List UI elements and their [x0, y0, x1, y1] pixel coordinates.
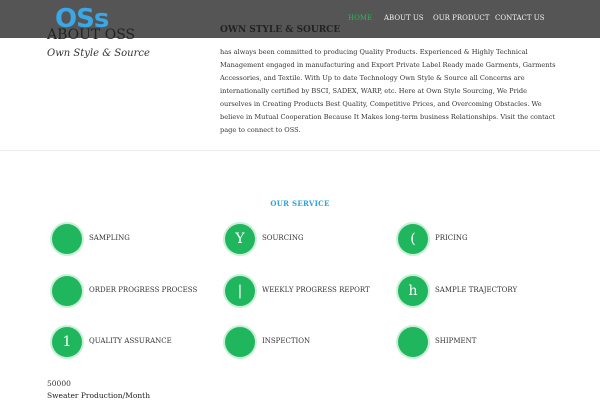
- sampling-icon: [52, 224, 82, 254]
- weekly-report-icon: |: [225, 276, 255, 306]
- service-weekly-report[interactable]: | WEEKLY PROGRESS REPORT: [225, 276, 395, 306]
- service-label: INSPECTION: [262, 337, 311, 345]
- service-pricing[interactable]: ( PRICING: [398, 224, 568, 254]
- sourcing-icon: Y: [225, 224, 255, 254]
- service-label: SHIPMENT: [435, 337, 477, 345]
- service-inspection[interactable]: INSPECTION: [225, 327, 395, 357]
- service-shipment[interactable]: SHIPMENT: [398, 327, 568, 357]
- service-sample-trajectory[interactable]: h SAMPLE TRAJECTORY: [398, 276, 568, 306]
- about-title: ABOUT OSS: [47, 27, 136, 43]
- nav-about-us[interactable]: ABOUT US: [384, 14, 424, 22]
- service-label: WEEKLY PROGRESS REPORT: [262, 286, 370, 294]
- service-label: SOURCING: [262, 234, 304, 242]
- inspection-icon: [225, 327, 255, 357]
- service-label: PRICING: [435, 234, 468, 242]
- service-label: QUALITY ASSURANCE: [89, 337, 172, 345]
- section-divider: [0, 150, 600, 151]
- service-order-progress[interactable]: ORDER PROGRESS PROCESS: [52, 276, 222, 306]
- service-quality-assurance[interactable]: 1 QUALITY ASSURANCE: [52, 327, 222, 357]
- nav-our-product[interactable]: OUR PRODUCT: [433, 14, 489, 22]
- service-label: SAMPLE TRAJECTORY: [435, 286, 518, 294]
- nav-home[interactable]: HOME: [348, 14, 372, 22]
- stat-value: 50000: [47, 379, 71, 388]
- service-sampling[interactable]: SAMPLING: [52, 224, 222, 254]
- sample-trajectory-icon: h: [398, 276, 428, 306]
- nav-contact-us[interactable]: CONTACT US: [495, 14, 545, 22]
- service-sourcing[interactable]: Y SOURCING: [225, 224, 395, 254]
- service-heading: OUR SERVICE: [270, 199, 330, 208]
- order-progress-icon: [52, 276, 82, 306]
- pricing-icon: (: [398, 224, 428, 254]
- service-label: SAMPLING: [89, 234, 130, 242]
- service-label: ORDER PROGRESS PROCESS: [89, 286, 198, 294]
- company-heading: OWN STYLE & SOURCE: [220, 25, 341, 35]
- shipment-icon: [398, 327, 428, 357]
- quality-assurance-icon: 1: [52, 327, 82, 357]
- company-description: has always been committed to producing Q…: [220, 48, 556, 134]
- about-subtitle: Own Style & Source: [47, 48, 150, 59]
- stat-label: Sweater Production/Month: [47, 391, 151, 400]
